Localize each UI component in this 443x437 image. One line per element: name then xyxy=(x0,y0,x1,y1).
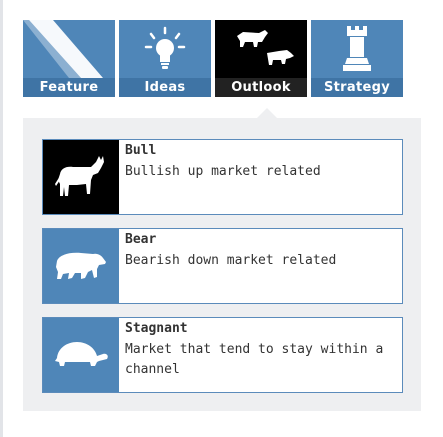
turtle-icon xyxy=(55,342,108,366)
tab-feature[interactable]: Feature xyxy=(23,20,115,97)
tab-outlook-label: Outlook xyxy=(215,78,307,97)
bear-icon xyxy=(56,252,106,279)
card-bear-title: Bear xyxy=(125,232,157,247)
tab-strategy-label: Strategy xyxy=(311,78,403,97)
tab-ideas[interactable]: Ideas xyxy=(119,20,211,97)
left-edge-divider xyxy=(0,0,3,437)
tab-strategy[interactable]: Strategy xyxy=(311,20,403,97)
tab-ideas-label: Ideas xyxy=(119,78,211,97)
feature-beam-icon xyxy=(23,20,103,78)
rook-icon xyxy=(343,26,371,71)
turtle-thumb xyxy=(43,318,119,392)
bull-thumb xyxy=(43,140,119,214)
lightbulb-icon xyxy=(144,26,186,69)
bull-bear-icon xyxy=(237,30,294,65)
card-stagnant-title: Stagnant xyxy=(125,321,188,336)
category-tabs: Feature Ideas Outlook Strategy xyxy=(23,20,403,97)
tab-outlook[interactable]: Outlook xyxy=(215,20,307,97)
card-bull[interactable]: Bull Bullish up market related xyxy=(42,139,403,215)
card-bull-description: Bullish up market related xyxy=(125,164,321,179)
card-bear-description: Bearish down market related xyxy=(125,253,337,268)
card-stagnant-description: Market that tend to stay within a channe… xyxy=(125,342,384,377)
card-bull-title: Bull xyxy=(125,143,157,158)
card-bear[interactable]: Bear Bearish down market related xyxy=(42,228,403,304)
tab-feature-label: Feature xyxy=(23,78,115,97)
bear-thumb xyxy=(43,229,119,303)
card-stagnant[interactable]: Stagnant Market that tend to stay within… xyxy=(42,317,403,393)
bull-icon xyxy=(55,156,104,196)
